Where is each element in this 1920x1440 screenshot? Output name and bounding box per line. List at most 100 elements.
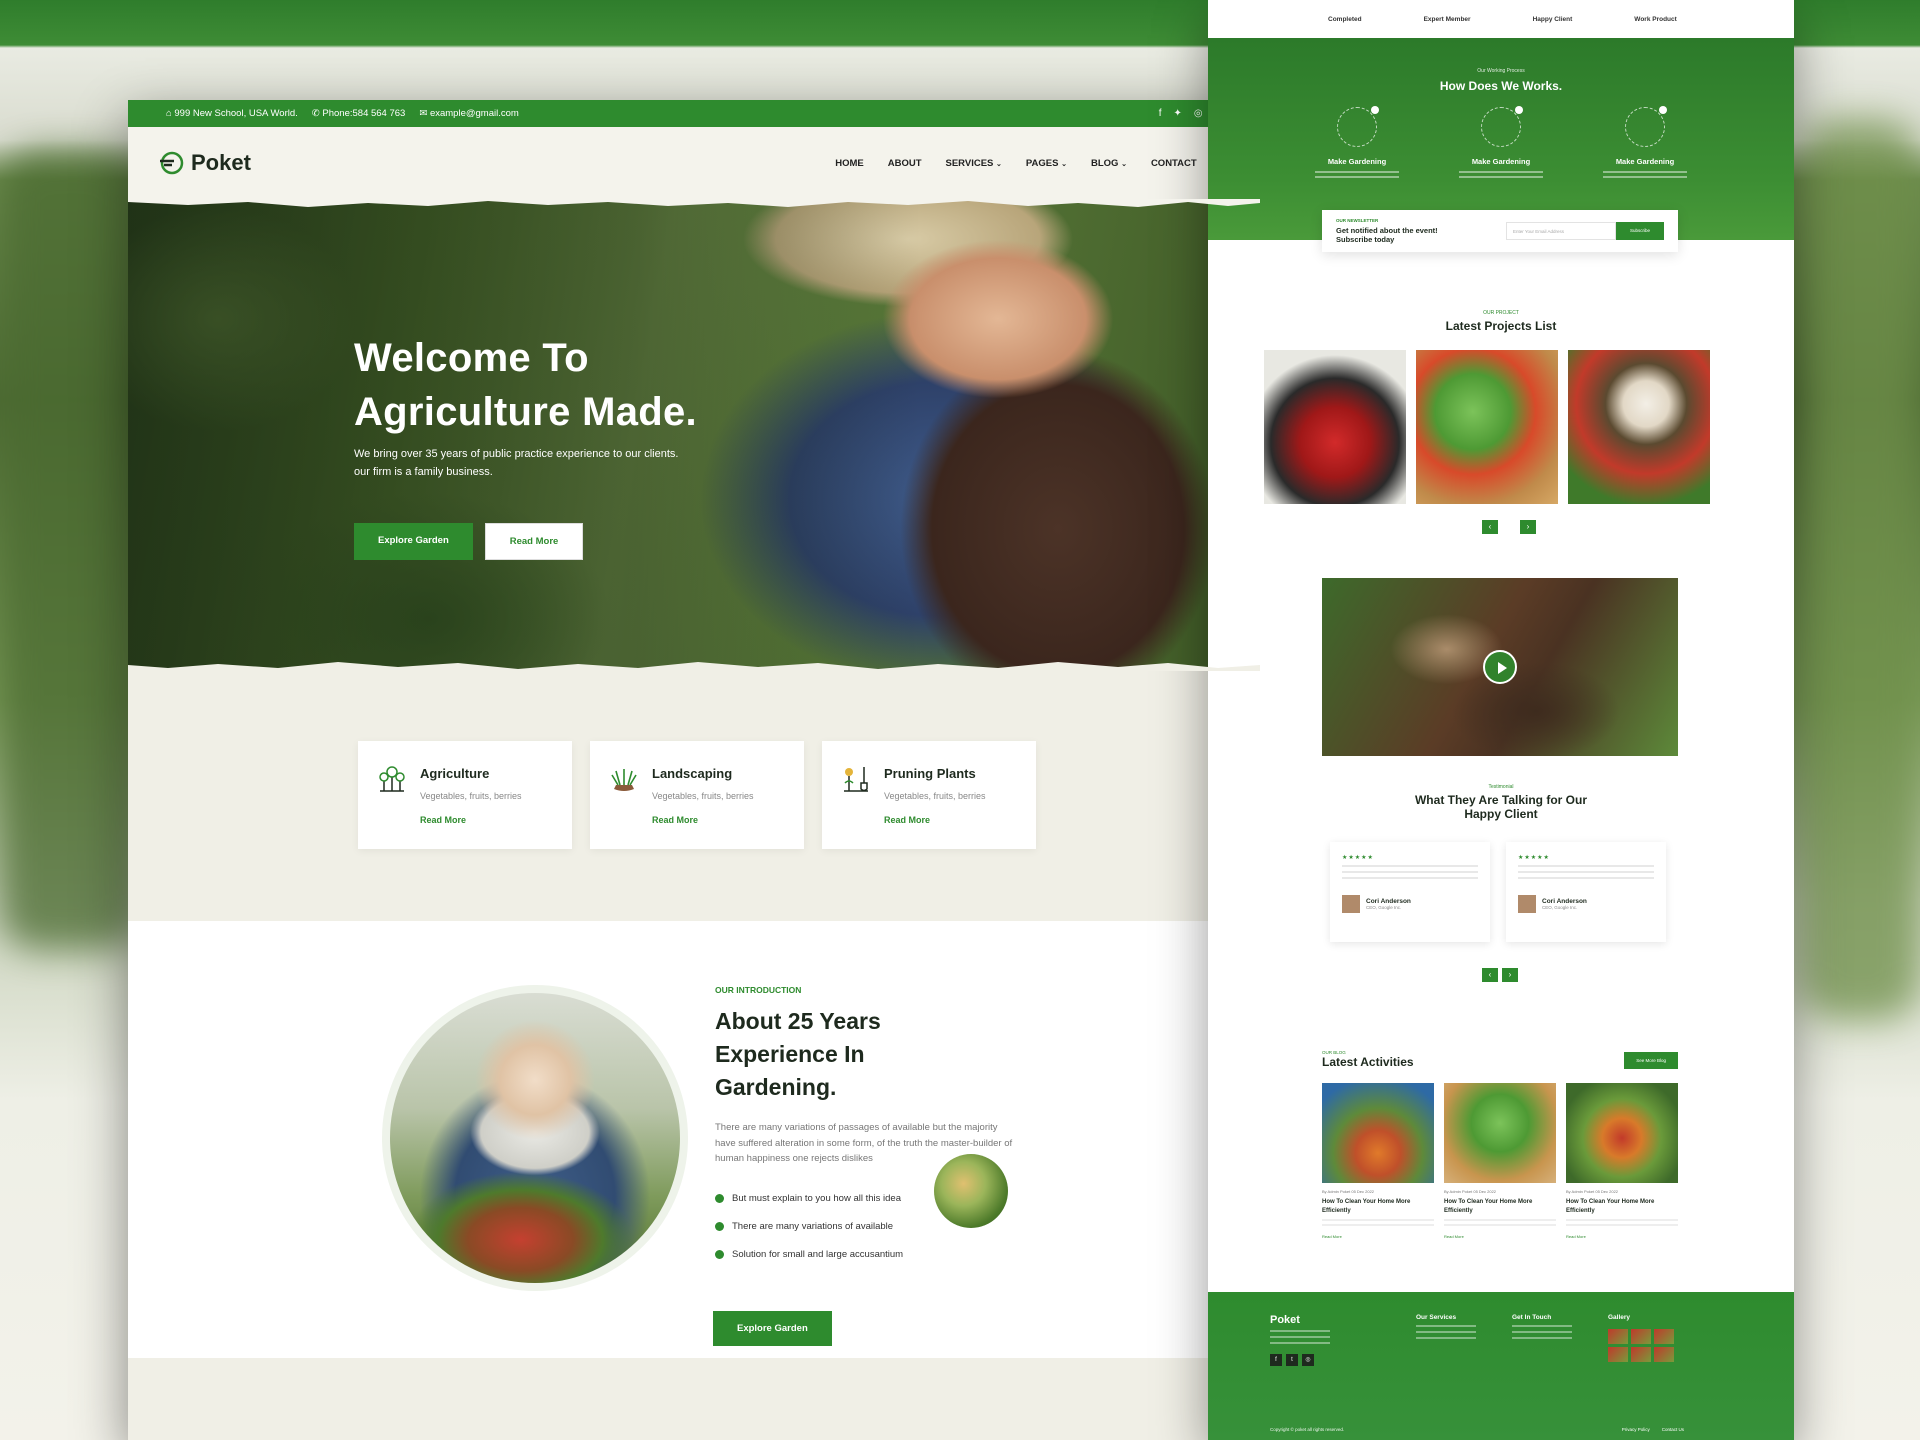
- garden-thumbnail-image: [934, 1154, 1008, 1228]
- subscribe-button[interactable]: Subscribe: [1616, 222, 1664, 240]
- email-info[interactable]: ✉ example@gmail.com: [419, 108, 518, 119]
- instagram-icon[interactable]: ◎: [1302, 1354, 1314, 1366]
- prev-arrow-icon[interactable]: ‹: [1482, 520, 1498, 534]
- project-image[interactable]: [1568, 350, 1710, 504]
- stat-completed: Completed: [1328, 15, 1362, 23]
- check-icon: [715, 1249, 724, 1259]
- main-navigation: Poket HOME ABOUT SERVICES ⌄ PAGES ⌄ BLOG…: [128, 127, 1260, 199]
- gardening-icon: [1625, 106, 1667, 147]
- service-subtitle: Vegetables, fruits, berries: [420, 791, 522, 801]
- next-arrow-icon[interactable]: ›: [1502, 968, 1518, 982]
- blog-post-card[interactable]: By Admin Poket 05 Dec 2022 How To Clean …: [1322, 1083, 1434, 1239]
- copyright-text: Copyright © poket all rights reserved.: [1270, 1427, 1345, 1432]
- projects-heading: OUR PROJECT Latest Projects List: [1445, 310, 1557, 333]
- rating-stars-icon: ★★★★★: [1518, 855, 1550, 861]
- process-step: Make Gardening: [1311, 106, 1403, 178]
- stat-expert-member: Expert Member: [1423, 15, 1471, 23]
- avatar: [1342, 895, 1360, 913]
- services-section: Agriculture Vegetables, fruits, berries …: [128, 671, 1260, 921]
- nav-contact[interactable]: CONTACT: [1151, 158, 1197, 169]
- facebook-icon[interactable]: f: [1159, 108, 1162, 119]
- check-icon: [715, 1193, 724, 1203]
- main-page-preview: ⌂ 999 New School, USA World. ✆ Phone:584…: [128, 100, 1260, 1440]
- testimonials-heading: Testimonial What They Are Talking for Ou…: [1414, 784, 1587, 821]
- section-label: OUR INTRODUCTION: [715, 985, 802, 995]
- twitter-icon[interactable]: ✦: [1174, 108, 1182, 119]
- footer-logo[interactable]: Poket: [1270, 1314, 1380, 1326]
- secondary-page-preview: Completed Expert Member Happy Client Wor…: [1208, 0, 1794, 1440]
- process-step: Make Gardening: [1455, 106, 1547, 178]
- service-card-pruning[interactable]: Pruning Plants Vegetables, fruits, berri…: [822, 741, 1036, 849]
- hero-title-line2: Agriculture Made.: [354, 390, 697, 434]
- blog-post-image: [1322, 1083, 1434, 1183]
- instagram-icon[interactable]: ◎: [1194, 108, 1203, 119]
- service-read-more-link[interactable]: Read More: [652, 815, 754, 825]
- service-read-more-link[interactable]: Read More: [884, 815, 986, 825]
- address-info: ⌂ 999 New School, USA World.: [166, 108, 298, 119]
- play-icon[interactable]: [1483, 650, 1517, 684]
- blog-post-card[interactable]: By Admin Poket 05 Dec 2022 How To Clean …: [1566, 1083, 1678, 1239]
- nav-services[interactable]: SERVICES ⌄: [946, 158, 1002, 169]
- project-image[interactable]: [1416, 350, 1558, 504]
- nav-pages[interactable]: PAGES ⌄: [1026, 158, 1067, 169]
- footer-gallery: [1608, 1329, 1674, 1362]
- avatar: [1518, 895, 1536, 913]
- blog-post-image: [1444, 1083, 1556, 1183]
- facebook-icon[interactable]: f: [1270, 1354, 1282, 1366]
- blog-post-image: [1566, 1083, 1678, 1183]
- hero-banner: Welcome To Agriculture Made. We bring ove…: [128, 199, 1260, 671]
- process-step: Make Gardening: [1599, 106, 1691, 178]
- chevron-down-icon: ⌄: [996, 160, 1002, 168]
- grass-icon: [611, 769, 637, 791]
- service-card-landscaping[interactable]: Landscaping Vegetables, fruits, berries …: [590, 741, 804, 849]
- testimonial-card: ★★★★★ Cori Anderson CEO, Google Inc.: [1330, 842, 1490, 942]
- about-title: About 25 Years Experience In Gardening.: [715, 1008, 881, 1100]
- top-bar: ⌂ 999 New School, USA World. ✆ Phone:584…: [128, 100, 1260, 127]
- next-arrow-icon[interactable]: ›: [1520, 520, 1536, 534]
- blog-post-card[interactable]: By Admin Poket 05 Dec 2022 How To Clean …: [1444, 1083, 1556, 1239]
- background-blur-right: [1800, 120, 1920, 1020]
- about-section: OUR INTRODUCTION About 25 Years Experienc…: [128, 921, 1260, 1411]
- explore-garden-button[interactable]: Explore Garden: [354, 523, 473, 560]
- service-read-more-link[interactable]: Read More: [420, 815, 522, 825]
- hero-text-line1: We bring over 35 years of public practic…: [354, 448, 679, 460]
- rating-stars-icon: ★★★★★: [1342, 855, 1374, 861]
- project-image[interactable]: [1264, 350, 1406, 504]
- privacy-policy-link[interactable]: Privacy Policy: [1622, 1427, 1650, 1432]
- hero-text-line2: our firm is a family business.: [354, 466, 493, 478]
- blog-section: OUR BLOG Latest Activities See More Blog …: [1322, 1050, 1678, 1239]
- newsletter-email-input[interactable]: Enter Your Email Address: [1506, 222, 1616, 240]
- prev-arrow-icon[interactable]: ‹: [1482, 968, 1498, 982]
- nav-home[interactable]: HOME: [835, 158, 864, 169]
- nav-about[interactable]: ABOUT: [888, 158, 922, 169]
- contact-us-link[interactable]: Contact Us: [1662, 1427, 1684, 1432]
- service-title: Pruning Plants: [884, 766, 976, 781]
- service-title: Agriculture: [420, 766, 490, 781]
- torn-edge-bottom: [128, 662, 1260, 671]
- about-explore-garden-button[interactable]: Explore Garden: [713, 1311, 832, 1346]
- read-more-button[interactable]: Read More: [484, 523, 584, 560]
- leaf-logo-icon: [160, 151, 184, 175]
- check-icon: [715, 1221, 724, 1231]
- logo[interactable]: Poket: [158, 150, 251, 176]
- phone-icon: ✆: [311, 108, 323, 119]
- service-subtitle: Vegetables, fruits, berries: [884, 791, 986, 801]
- nav-blog[interactable]: BLOG ⌄: [1091, 158, 1127, 169]
- phone-info[interactable]: ✆ Phone:584 564 763: [312, 108, 406, 119]
- section-label: Our Working Process: [1477, 68, 1525, 74]
- section-title: How Does We Works.: [1439, 79, 1563, 93]
- hero-title-line1: Welcome To: [354, 336, 589, 380]
- stat-happy-client: Happy Client: [1532, 15, 1573, 23]
- twitter-icon[interactable]: t: [1286, 1354, 1298, 1366]
- mail-icon: ✉: [419, 108, 430, 119]
- testimonial-card: ★★★★★ Cori Anderson CEO, Google Inc.: [1506, 842, 1666, 942]
- decorative-footer-strip: [128, 1358, 1260, 1440]
- see-more-blog-button[interactable]: See More Blog: [1624, 1052, 1678, 1069]
- chevron-down-icon: ⌄: [1121, 160, 1127, 168]
- stat-work-product: Work Product: [1634, 15, 1677, 23]
- service-card-agriculture[interactable]: Agriculture Vegetables, fruits, berries …: [358, 741, 572, 849]
- service-subtitle: Vegetables, fruits, berries: [652, 791, 754, 801]
- gardening-icon: [1481, 106, 1523, 147]
- video-thumbnail[interactable]: [1322, 578, 1678, 756]
- chevron-down-icon: ⌄: [1061, 160, 1067, 168]
